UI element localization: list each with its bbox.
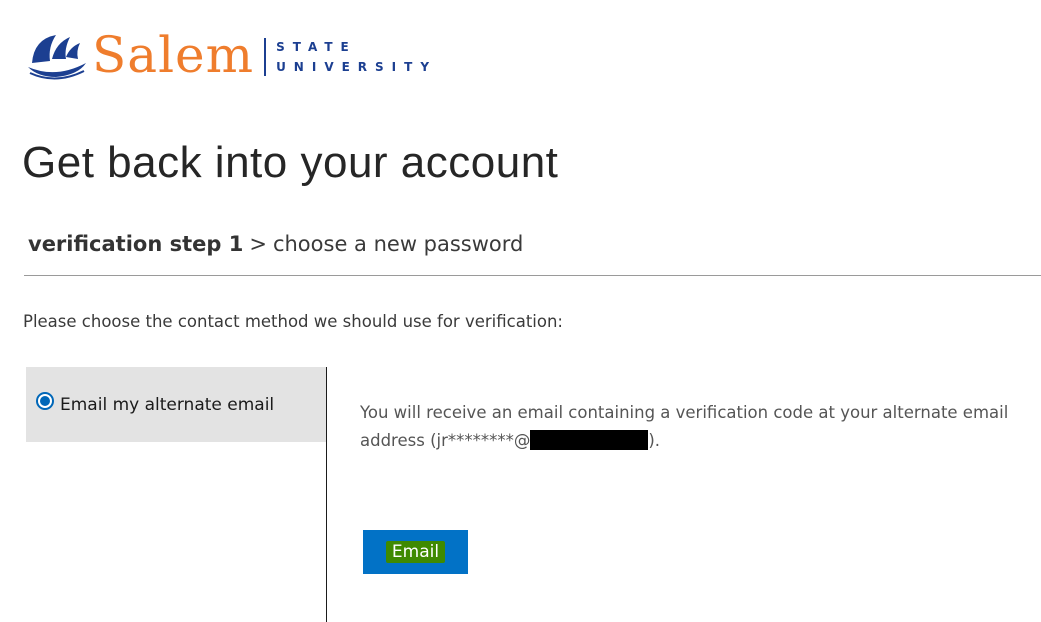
breadcrumb-separator: > [249, 232, 267, 256]
instruction-text: Please choose the contact method we shou… [23, 312, 563, 331]
logo-divider [264, 38, 267, 76]
radio-selected-dot [40, 395, 50, 406]
ship-icon [28, 35, 86, 80]
breadcrumb-current-step: verification step 1 [28, 232, 244, 256]
page-title: Get back into your account [22, 138, 559, 187]
university-logo: Salem STATE UNIVERSITY [26, 22, 437, 92]
email-button[interactable]: Email [363, 530, 468, 574]
verification-description: You will receive an email containing a v… [360, 399, 1020, 455]
description-text: You will receive an email containing a v… [360, 403, 1009, 450]
logo-subtitle: STATE UNIVERSITY [276, 41, 437, 73]
method-option-alternate-email[interactable]: Email my alternate email [26, 367, 326, 442]
description-end: ). [648, 431, 661, 450]
divider [24, 275, 1041, 276]
email-button-label: Email [385, 541, 446, 563]
logo-university-text: UNIVERSITY [276, 60, 438, 74]
breadcrumb-next-step: choose a new password [272, 232, 524, 256]
logo-wordmark: Salem [92, 26, 255, 84]
page: Salem STATE UNIVERSITY Get back into you… [0, 0, 1041, 622]
breadcrumb: verification step 1 > choose a new passwor… [28, 232, 523, 256]
method-label: Email my alternate email [60, 394, 275, 415]
redacted-email-domain [530, 430, 649, 450]
radio-button[interactable] [36, 391, 54, 410]
panel-divider [326, 367, 327, 622]
logo-state-text: STATE [276, 40, 357, 54]
